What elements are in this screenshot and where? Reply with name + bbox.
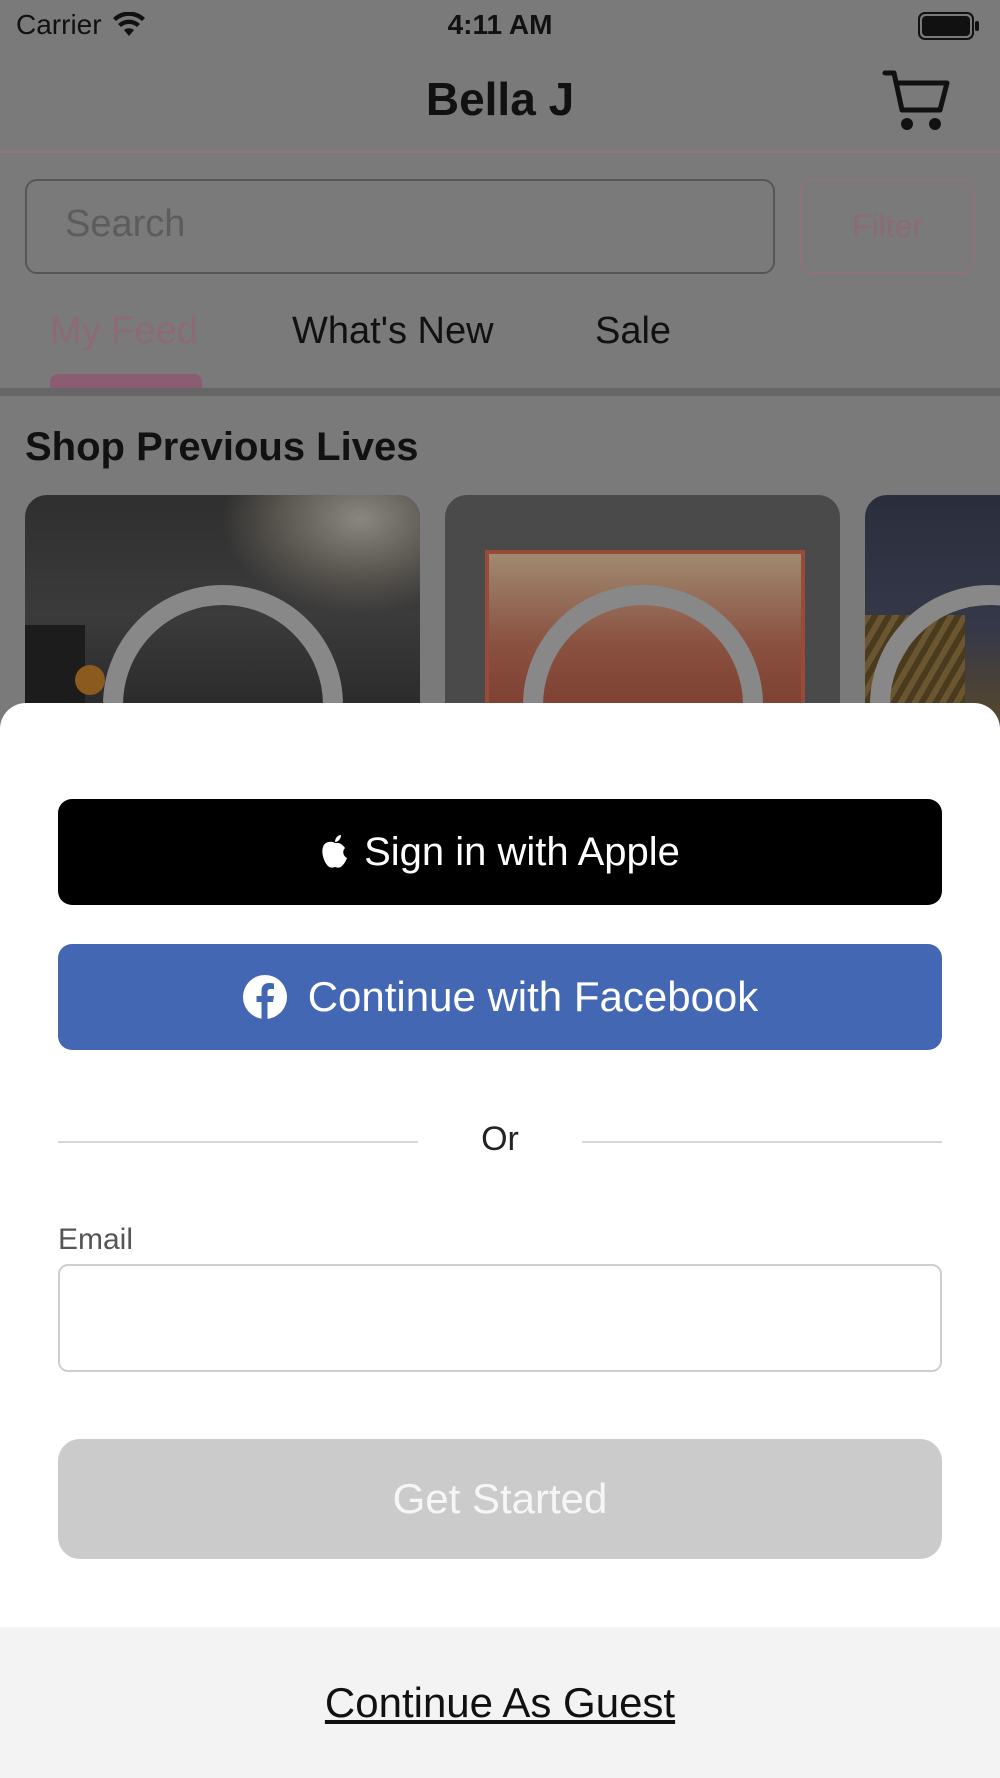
tab-my-feed[interactable]: My Feed bbox=[50, 310, 198, 353]
divider-right bbox=[582, 1141, 942, 1143]
sign-in-sheet: Sign in with Apple Continue with Faceboo… bbox=[0, 703, 1000, 1778]
live-thumbnail-1[interactable] bbox=[25, 495, 420, 735]
facebook-icon bbox=[242, 975, 287, 1019]
navbar: Bella J bbox=[0, 50, 1000, 153]
tabs-divider bbox=[0, 388, 1000, 396]
apple-icon bbox=[322, 835, 348, 868]
guest-bar: Continue As Guest bbox=[0, 1627, 1000, 1778]
continue-as-guest-link[interactable]: Continue As Guest bbox=[0, 1679, 1000, 1727]
email-label: Email bbox=[58, 1223, 134, 1256]
apple-button-label: Sign in with Apple bbox=[364, 829, 680, 874]
battery-icon bbox=[918, 12, 979, 40]
live-thumbnail-2[interactable] bbox=[445, 495, 840, 735]
or-label: Or bbox=[481, 1120, 519, 1158]
tab-sale[interactable]: Sale bbox=[595, 310, 671, 353]
tab-whats-new[interactable]: What's New bbox=[292, 310, 494, 353]
search-input[interactable]: Search bbox=[25, 179, 775, 274]
status-bar: Carrier 4:11 AM bbox=[0, 0, 1000, 50]
live-thumbnail-3[interactable] bbox=[865, 495, 1000, 735]
section-title: Shop Previous Lives bbox=[25, 425, 419, 469]
sign-in-with-apple-button[interactable]: Sign in with Apple bbox=[58, 799, 942, 905]
email-field[interactable] bbox=[58, 1264, 942, 1372]
filter-button[interactable]: Filter bbox=[800, 179, 975, 274]
status-time: 4:11 AM bbox=[447, 9, 553, 40]
continue-with-facebook-button[interactable]: Continue with Facebook bbox=[58, 944, 942, 1050]
facebook-button-label: Continue with Facebook bbox=[307, 973, 759, 1020]
get-started-button[interactable]: Get Started bbox=[58, 1439, 942, 1559]
page-title: Bella J bbox=[425, 73, 575, 125]
cart-icon[interactable] bbox=[882, 68, 952, 134]
